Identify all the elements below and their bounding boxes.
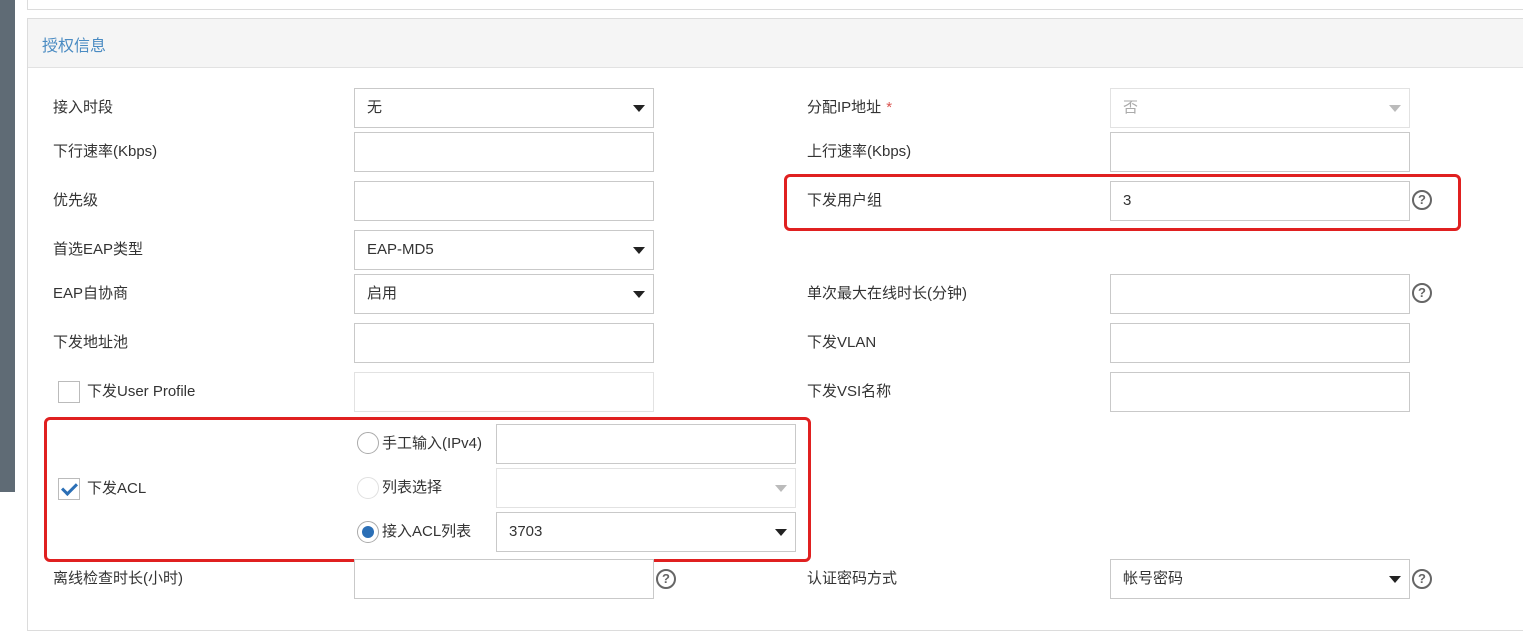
max-online-label: 单次最大在线时长(分钟)	[807, 285, 967, 302]
acl-manual-input[interactable]	[496, 424, 796, 464]
caret-down-icon	[633, 247, 645, 254]
vsi-name-input[interactable]	[1110, 372, 1410, 412]
user-profile-input[interactable]	[354, 372, 654, 412]
acl-access-value: 3703	[509, 523, 543, 540]
panel-title: 授权信息	[42, 38, 107, 55]
access-period-value: 无	[367, 99, 383, 116]
up-rate-input[interactable]	[1110, 132, 1410, 172]
down-rate-input[interactable]	[354, 132, 654, 172]
caret-down-icon	[1389, 105, 1401, 112]
question-circle-icon[interactable]: ?	[1412, 190, 1432, 210]
eap-type-select[interactable]: EAP-MD5	[354, 230, 654, 270]
assign-ip-select[interactable]: 否	[1110, 88, 1410, 128]
assign-ip-label-text: 分配IP地址	[807, 99, 882, 116]
acl-access-select[interactable]: 3703	[496, 512, 796, 552]
auth-password-label: 认证密码方式	[807, 570, 898, 587]
acl-list-select[interactable]	[496, 468, 796, 508]
priority-input[interactable]	[354, 181, 654, 221]
address-pool-input[interactable]	[354, 323, 654, 363]
user-group-value: 3	[1123, 192, 1132, 209]
acl-option-manual-radio[interactable]	[357, 432, 379, 454]
eap-type-label: 首选EAP类型	[53, 241, 144, 258]
acl-option-list-label: 列表选择	[382, 479, 443, 496]
eap-negotiation-label: EAP自协商	[53, 285, 129, 302]
caret-down-icon	[775, 529, 787, 536]
eap-type-value: EAP-MD5	[367, 241, 434, 258]
required-mark: *	[886, 99, 893, 116]
acl-option-manual-label: 手工输入(IPv4)	[382, 435, 483, 452]
acl-checkbox[interactable]	[58, 478, 80, 500]
caret-down-icon	[633, 105, 645, 112]
question-circle-icon[interactable]: ?	[1412, 283, 1432, 303]
eap-negotiation-value: 启用	[367, 285, 398, 302]
up-rate-label: 上行速率(Kbps)	[807, 143, 912, 160]
user-profile-label: 下发User Profile	[87, 383, 196, 400]
acl-option-access-radio[interactable]	[357, 521, 379, 543]
assign-ip-label: 分配IP地址 *	[807, 98, 892, 118]
acl-label: 下发ACL	[87, 480, 147, 497]
offline-check-label: 离线检查时长(小时)	[53, 570, 183, 587]
auth-password-select[interactable]: 帐号密码	[1110, 559, 1410, 599]
access-period-label: 接入时段	[53, 99, 114, 116]
question-circle-icon[interactable]: ?	[1412, 569, 1432, 589]
eap-negotiation-select[interactable]: 启用	[354, 274, 654, 314]
auth-password-value: 帐号密码	[1123, 570, 1184, 587]
max-online-input[interactable]	[1110, 274, 1410, 314]
down-rate-label: 下行速率(Kbps)	[53, 143, 158, 160]
access-period-select[interactable]: 无	[354, 88, 654, 128]
acl-option-access-label: 接入ACL列表	[382, 523, 472, 540]
left-scroll-bar	[0, 0, 15, 492]
previous-panel-edge	[27, 0, 1523, 10]
vlan-input[interactable]	[1110, 323, 1410, 363]
user-group-label: 下发用户组	[807, 192, 883, 209]
offline-check-input[interactable]	[354, 559, 654, 599]
acl-option-list-radio[interactable]	[357, 477, 379, 499]
user-group-input[interactable]: 3	[1110, 181, 1410, 221]
address-pool-label: 下发地址池	[53, 334, 129, 351]
caret-down-icon	[775, 485, 787, 492]
caret-down-icon	[1389, 576, 1401, 583]
caret-down-icon	[633, 291, 645, 298]
vlan-label: 下发VLAN	[807, 334, 877, 351]
assign-ip-value: 否	[1123, 99, 1139, 116]
priority-label: 优先级	[53, 192, 99, 209]
user-profile-checkbox[interactable]	[58, 381, 80, 403]
question-circle-icon[interactable]: ?	[656, 569, 676, 589]
panel-header: 授权信息	[28, 19, 1523, 68]
vsi-name-label: 下发VSI名称	[807, 383, 892, 400]
